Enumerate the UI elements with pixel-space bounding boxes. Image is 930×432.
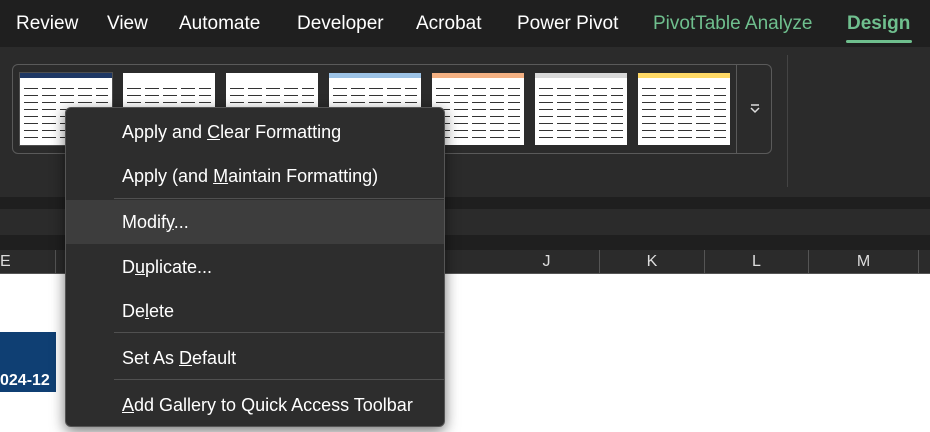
style-thumb-header — [20, 73, 112, 78]
tab-developer[interactable]: Developer — [297, 12, 384, 36]
style-thumb-header — [329, 73, 421, 78]
menu-item-label: Duplicate... — [122, 257, 213, 277]
column-header-m[interactable]: M — [809, 250, 919, 274]
style-context-menu: Apply and Clear Formatting Apply (and Ma… — [65, 107, 445, 427]
style-thumb-header — [535, 73, 627, 78]
menu-item-set-as-default[interactable]: Set As Default — [66, 336, 444, 380]
menu-item-duplicate[interactable]: Duplicate... — [66, 245, 444, 289]
menu-item-label: Delete — [122, 301, 175, 321]
menu-separator — [114, 332, 444, 333]
tab-pivottable-analyze[interactable]: PivotTable Analyze — [653, 12, 813, 36]
header-cell-text: 024-12 — [0, 372, 50, 389]
ribbon-divider — [787, 55, 788, 187]
column-header-l[interactable]: L — [705, 250, 809, 274]
tab-review[interactable]: Review — [16, 12, 78, 36]
tab-view[interactable]: View — [107, 12, 148, 36]
menu-item-apply-maintain-formatting[interactable]: Apply (and Maintain Formatting) — [66, 154, 444, 198]
style-thumb-lines — [436, 82, 520, 142]
menu-item-label: Apply (and Maintain Formatting) — [122, 166, 379, 186]
menu-item-label: Set As Default — [122, 348, 237, 368]
style-thumb-header — [226, 73, 318, 78]
menu-item-label: Apply and Clear Formatting — [122, 122, 342, 142]
menu-item-apply-clear-formatting[interactable]: Apply and Clear Formatting — [66, 110, 444, 154]
style-thumb-lines — [539, 82, 623, 142]
ribbon-tab-bar: Review View Automate Developer Acrobat P… — [0, 0, 930, 47]
tab-acrobat[interactable]: Acrobat — [416, 12, 481, 36]
tab-automate[interactable]: Automate — [179, 12, 260, 36]
style-thumb-5[interactable] — [432, 73, 524, 145]
menu-item-label: Modify... — [122, 212, 189, 232]
style-thumb-7[interactable] — [638, 73, 730, 145]
menu-separator — [114, 198, 444, 199]
column-header-k[interactable]: K — [600, 250, 705, 274]
style-thumb-header — [638, 73, 730, 78]
style-thumb-lines — [642, 82, 726, 142]
style-thumb-6[interactable] — [535, 73, 627, 145]
tab-power-pivot[interactable]: Power Pivot — [517, 12, 618, 36]
column-header-e[interactable]: E — [0, 250, 56, 274]
chevron-down-more-icon — [749, 104, 760, 114]
gallery-more-button[interactable] — [736, 65, 772, 153]
column-header-j[interactable]: J — [494, 250, 600, 274]
tab-design[interactable]: Design — [847, 12, 910, 36]
menu-item-modify[interactable]: Modify... — [66, 200, 444, 244]
active-tab-indicator — [846, 40, 912, 43]
menu-item-delete[interactable]: Delete — [66, 289, 444, 333]
menu-separator — [114, 379, 444, 380]
style-thumb-header — [432, 73, 524, 78]
menu-item-add-gallery-to-qat[interactable]: Add Gallery to Quick Access Toolbar — [66, 383, 444, 427]
menu-item-label: Add Gallery to Quick Access Toolbar — [122, 395, 413, 415]
style-thumb-header — [123, 73, 215, 78]
